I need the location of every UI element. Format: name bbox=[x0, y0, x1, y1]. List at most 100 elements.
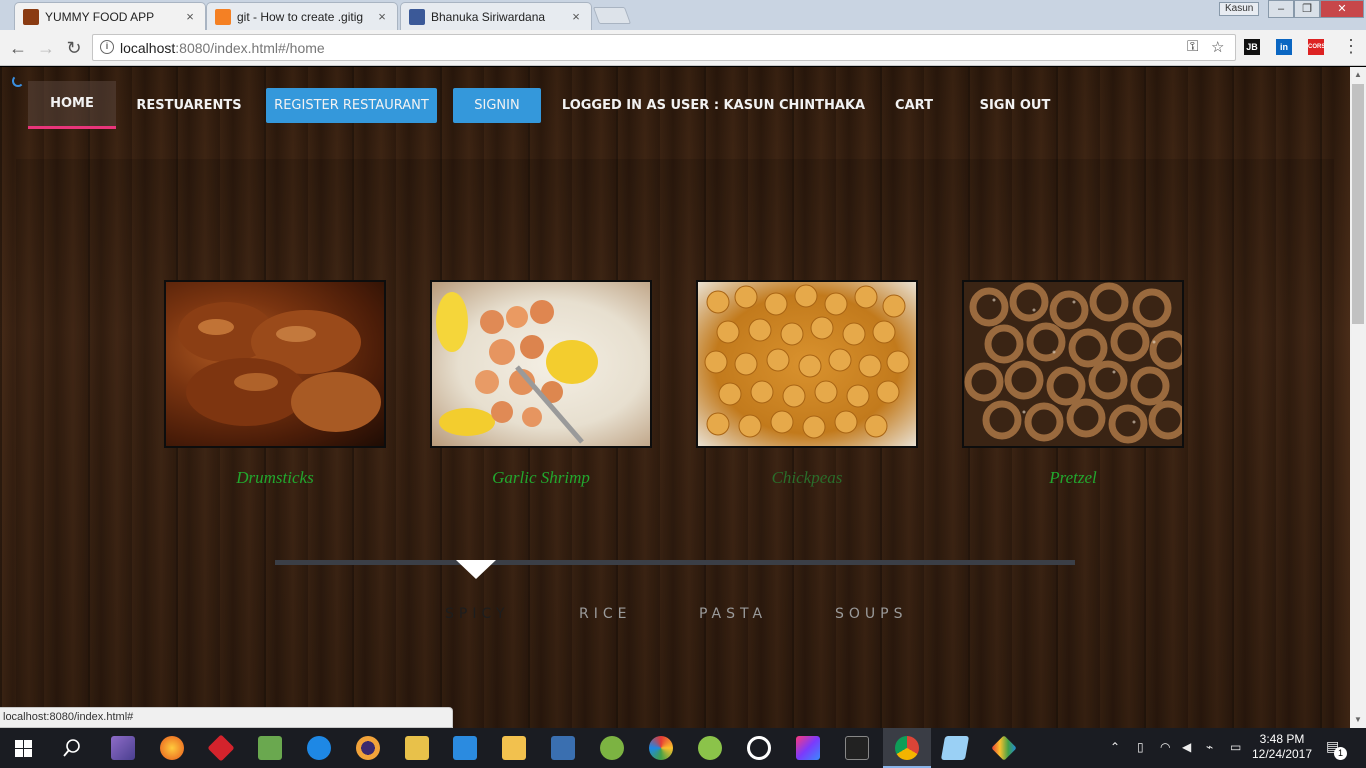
food-card[interactable]: Garlic Shrimp bbox=[430, 280, 652, 488]
sourcetree-icon[interactable] bbox=[991, 735, 1017, 761]
restore-icon[interactable]: ❐ bbox=[1294, 0, 1320, 18]
category-rice[interactable]: RICE bbox=[579, 606, 631, 622]
address-bar[interactable]: i localhost:8080/index.html#/home ⚿ ☆ bbox=[92, 34, 1236, 61]
notepad-plus-icon[interactable] bbox=[258, 736, 282, 760]
tab-yummy-food-app[interactable]: YUMMY FOOD APP × bbox=[14, 2, 206, 30]
network-icon[interactable]: ⌁ bbox=[1206, 740, 1213, 754]
signin-button[interactable]: SIGNIN bbox=[453, 88, 541, 123]
page-viewport: HOME RESTUARENTS REGISTER RESTAURANT SIG… bbox=[0, 67, 1350, 728]
category-pasta[interactable]: PASTA bbox=[699, 606, 767, 622]
calculator-icon[interactable] bbox=[551, 736, 575, 760]
firefox-icon[interactable] bbox=[160, 736, 184, 760]
eclipse-icon[interactable] bbox=[356, 736, 380, 760]
scroll-up-icon[interactable]: ▲ bbox=[1350, 67, 1366, 83]
tab-close-icon[interactable]: × bbox=[183, 9, 197, 24]
shrimp-plate-photo-icon[interactable] bbox=[430, 280, 652, 448]
category-spicy[interactable]: SPICY bbox=[445, 606, 510, 622]
scroll-down-icon[interactable]: ▼ bbox=[1350, 712, 1366, 728]
chickpeas-illustration bbox=[704, 284, 910, 439]
profile-button[interactable]: Kasun bbox=[1219, 2, 1260, 16]
git-client-icon[interactable] bbox=[207, 734, 235, 762]
key-icon[interactable]: ⚿ bbox=[1187, 38, 1198, 55]
vpn-icon[interactable] bbox=[698, 736, 722, 760]
wifi-icon[interactable]: ◠ bbox=[1160, 740, 1170, 754]
power-icon[interactable]: ▭ bbox=[1230, 740, 1241, 754]
bookmark-star-icon[interactable]: ☆ bbox=[1211, 38, 1224, 56]
nav-restaurants[interactable]: RESTUARENTS bbox=[128, 81, 250, 129]
nav-home[interactable]: HOME bbox=[28, 81, 116, 129]
jetbrains-extension-icon[interactable]: JB bbox=[1244, 39, 1260, 55]
volume-icon[interactable]: ◀ bbox=[1182, 740, 1191, 754]
windows-taskbar: ⌃ ▯ ◠ ◀ ⌁ ▭ 3:48 PM 12/24/2017 ▤ 1 bbox=[0, 728, 1366, 768]
main-navbar: HOME RESTUARENTS REGISTER RESTAURANT SIG… bbox=[16, 81, 1334, 145]
roast-chicken-photo-icon[interactable] bbox=[164, 280, 386, 448]
chrome-icon[interactable] bbox=[895, 736, 919, 760]
category-soups[interactable]: SOUPS bbox=[835, 606, 907, 622]
browser-tabstrip: YUMMY FOOD APP × git - How to create .gi… bbox=[0, 0, 1366, 30]
tab-favicon-icon bbox=[23, 8, 39, 25]
browser-toolbar: ← → ↻ i localhost:8080/index.html#/home … bbox=[0, 30, 1366, 66]
garlic-shrimp-illustration bbox=[436, 292, 598, 444]
tab-close-icon[interactable]: × bbox=[569, 9, 583, 24]
stackoverflow-icon bbox=[215, 8, 231, 25]
tab-git-gitignore[interactable]: git - How to create .gitig × bbox=[206, 2, 398, 30]
address-url[interactable]: localhost:8080/index.html#/home bbox=[120, 40, 325, 56]
battery-tray-icon[interactable]: ▯ bbox=[1137, 740, 1144, 754]
android-studio-icon[interactable] bbox=[600, 736, 624, 760]
terminal-icon[interactable] bbox=[845, 736, 869, 760]
tab-title: git - How to create .gitig bbox=[237, 9, 364, 24]
reload-icon[interactable]: ↻ bbox=[62, 36, 86, 60]
cleaning-tool-icon[interactable] bbox=[405, 736, 429, 760]
new-tab-button[interactable] bbox=[592, 7, 632, 24]
nav-cart[interactable]: CART bbox=[886, 81, 942, 129]
close-window-icon[interactable]: ✕ bbox=[1320, 0, 1364, 18]
chickpeas-photo-icon[interactable] bbox=[696, 280, 918, 448]
taskbar-clock[interactable]: 3:48 PM 12/24/2017 bbox=[1246, 732, 1318, 762]
food-card[interactable]: Drumsticks bbox=[164, 280, 386, 488]
category-slider-track bbox=[275, 560, 1075, 565]
visual-studio-icon[interactable] bbox=[111, 736, 135, 760]
pretzels-photo-icon[interactable] bbox=[962, 280, 1184, 448]
logged-in-user-label: LOGGED IN AS USER : KASUN CHINTHAKA bbox=[561, 97, 866, 113]
cors-extension-icon[interactable]: CORS bbox=[1308, 39, 1325, 55]
url-host: localhost bbox=[120, 40, 176, 56]
food-name[interactable]: Garlic Shrimp bbox=[430, 468, 652, 488]
circle-app-icon[interactable] bbox=[747, 736, 771, 760]
file-explorer-icon[interactable] bbox=[502, 736, 526, 760]
back-icon[interactable]: ← bbox=[6, 36, 30, 60]
site-info-icon[interactable]: i bbox=[100, 40, 114, 54]
color-picker-icon[interactable] bbox=[649, 736, 673, 760]
food-card[interactable]: Chickpeas bbox=[696, 280, 918, 488]
intellij-icon[interactable] bbox=[796, 736, 820, 760]
windows-start-icon[interactable] bbox=[15, 740, 32, 757]
slider-pointer-icon bbox=[456, 560, 496, 579]
internet-explorer-icon[interactable] bbox=[307, 736, 331, 760]
nav-sign-out[interactable]: SIGN OUT bbox=[968, 81, 1062, 129]
page-scrollbar[interactable]: ▲ ▼ bbox=[1350, 67, 1366, 728]
scroll-thumb[interactable] bbox=[1352, 84, 1364, 324]
browser-menu-icon[interactable]: ⋮ bbox=[1342, 36, 1360, 57]
search-icon[interactable] bbox=[63, 739, 81, 757]
link-status-bubble: localhost:8080/index.html# bbox=[0, 707, 453, 728]
food-name[interactable]: Pretzel bbox=[962, 468, 1184, 488]
notification-count-badge: 1 bbox=[1334, 747, 1347, 760]
food-card[interactable]: Pretzel bbox=[962, 280, 1184, 488]
show-hidden-icons-icon[interactable]: ⌃ bbox=[1110, 740, 1120, 754]
vscode-icon[interactable] bbox=[453, 736, 477, 760]
clock-time: 3:48 PM bbox=[1259, 732, 1305, 746]
food-name[interactable]: Drumsticks bbox=[164, 468, 386, 488]
tab-title: Bhanuka Siriwardana bbox=[431, 9, 546, 24]
facebook-icon bbox=[409, 8, 425, 25]
linkedin-extension-icon[interactable]: in bbox=[1276, 39, 1292, 55]
food-name[interactable]: Chickpeas bbox=[696, 468, 918, 488]
tab-title: YUMMY FOOD APP bbox=[45, 9, 155, 24]
tab-bhanuka-siriwardana[interactable]: Bhanuka Siriwardana × bbox=[400, 2, 592, 30]
drumsticks-illustration bbox=[178, 302, 381, 432]
tab-close-icon[interactable]: × bbox=[375, 9, 389, 24]
url-path: :8080/index.html#/home bbox=[175, 40, 325, 56]
pretzel-illustration bbox=[964, 282, 1182, 444]
register-restaurant-button[interactable]: REGISTER RESTAURANT bbox=[266, 88, 437, 123]
sticky-notes-icon[interactable] bbox=[940, 736, 970, 760]
forward-icon[interactable]: → bbox=[34, 36, 58, 60]
minimize-icon[interactable]: – bbox=[1268, 0, 1294, 18]
